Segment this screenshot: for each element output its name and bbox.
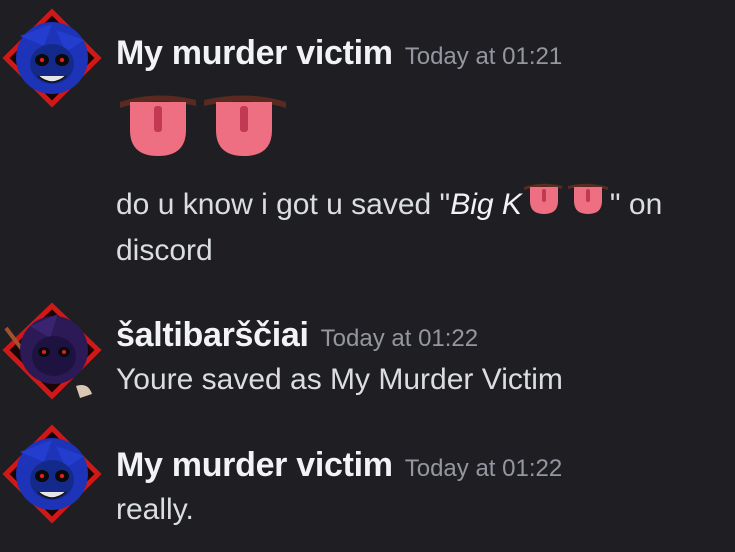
message-group-1: My murder victim Today at 01:21 do u know… bbox=[0, 0, 735, 290]
timestamp: Today at 01:21 bbox=[404, 43, 563, 70]
timestamp: Today at 01:22 bbox=[404, 455, 563, 482]
tongue-emoji-icon bbox=[522, 182, 610, 230]
tongue-emoji-icon bbox=[116, 92, 288, 165]
message-text-part: " on bbox=[609, 188, 663, 221]
message-text: Youre saved as My Murder Victim bbox=[116, 363, 563, 396]
nickname-text: Big K bbox=[450, 188, 522, 221]
avatar[interactable] bbox=[0, 6, 104, 110]
message-header: My murder victim Today at 01:21 bbox=[116, 34, 562, 73]
message-text: really. bbox=[116, 493, 194, 526]
message-group-2: šaltibarščiai Today at 01:22 Youre saved … bbox=[0, 290, 735, 420]
message-text-line-2: discord bbox=[116, 234, 213, 267]
avatar[interactable] bbox=[0, 298, 104, 402]
message-header: My murder victim Today at 01:22 bbox=[116, 446, 562, 485]
timestamp: Today at 01:22 bbox=[320, 325, 479, 352]
username[interactable]: šaltibarščiai bbox=[116, 316, 309, 354]
message-group-3: My murder victim Today at 01:22 really. bbox=[0, 420, 735, 552]
message-text: do u know i got u saved "Big K " on bbox=[116, 182, 662, 230]
message-header: šaltibarščiai Today at 01:22 bbox=[116, 316, 478, 355]
message-text-part: do u know i got u saved " bbox=[116, 188, 451, 221]
username[interactable]: My murder victim bbox=[116, 446, 393, 484]
avatar[interactable] bbox=[0, 422, 104, 526]
username[interactable]: My murder victim bbox=[116, 34, 393, 72]
